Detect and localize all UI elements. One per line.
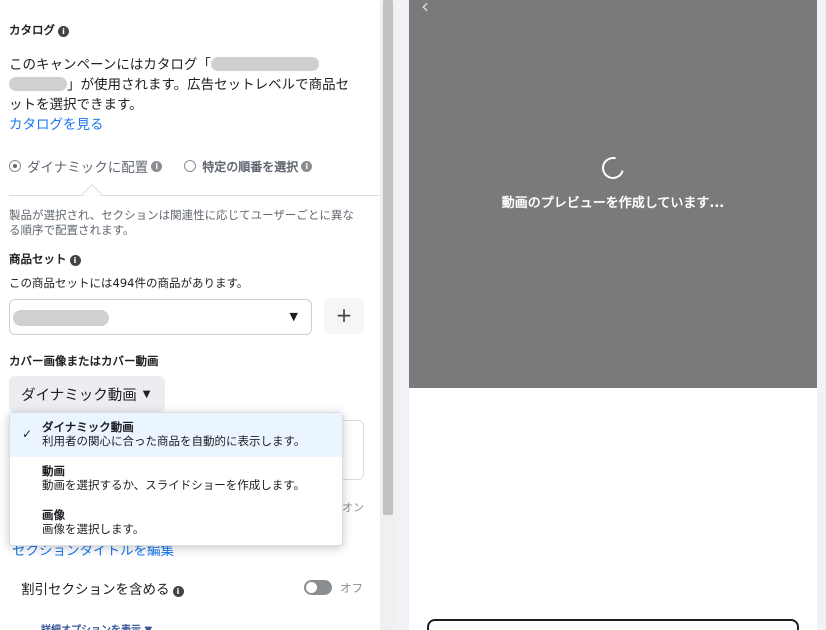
catalog-heading-text: カタログ [9,23,55,37]
redacted-catalog-name [210,57,319,71]
redacted-product-set-name [13,310,109,326]
cover-type-dropdown[interactable]: ダイナミック動画 ▼ [9,376,165,412]
catalog-text-line1: このキャンペーンにはカタログ「 [9,57,211,73]
product-count-text: この商品セットには494件の商品があります。 [9,276,249,290]
check-icon: ✓ [22,427,33,441]
menu-item-subtitle: 画像を選択します。 [42,522,145,536]
placement-description: 製品が選択され、セクションは関連性に応じてユーザーごとに異なる順序で配置されます… [9,208,354,237]
divider [9,195,380,196]
preview-bottom-card [427,619,799,630]
scrollbar-thumb[interactable] [383,0,393,515]
discount-label: 割引セクションを含める [21,582,170,598]
caret-down-icon: ▼ [142,388,151,400]
add-product-set-button[interactable]: + [324,298,364,334]
info-icon[interactable]: i [58,26,69,37]
menu-item-subtitle: 動画を選択するか、スライドショーを作成します。 [42,478,306,492]
redacted-catalog-name-continued [9,77,67,91]
discount-toggle[interactable] [304,580,332,595]
hidden-toggle-label: オン [342,501,364,514]
chevron-left-icon[interactable]: ‹ [421,0,429,18]
view-catalog-link[interactable]: カタログを見る [9,117,104,133]
radio-dynamic-label[interactable]: ダイナミックに配置 [27,156,148,176]
loading-spinner-icon [597,152,629,184]
product-set-heading-text: 商品セット [9,252,67,266]
preview-loading-text: 動画のプレビューを作成しています... [501,196,725,211]
product-set-heading: 商品セット i [9,251,81,267]
menu-item-dynamic-video[interactable]: ✓ ダイナミック動画 利用者の関心に合った商品を自動的に表示します。 [10,413,342,457]
selection-caret [82,184,102,204]
info-icon[interactable]: i [69,255,81,266]
scrollbar[interactable] [380,0,396,630]
discount-toggle-state: オフ [340,581,363,595]
catalog-heading: カタログ i [9,22,69,38]
preview-panel: ‹ 動画のプレビューを作成しています... [396,0,826,630]
info-icon[interactable]: i [301,160,313,172]
cover-heading: カバー画像またはカバー動画 [9,354,159,368]
info-icon[interactable]: i [151,160,163,172]
catalog-text-line3: ットを選択できます。 [9,97,143,113]
menu-item-video[interactable]: 動画 動画を選択するか、スライドショーを作成します。 [10,457,342,501]
menu-item-image[interactable]: 画像 画像を選択します。 [10,501,342,545]
catalog-description: このキャンペーンにはカタログ「 」が使用されます。広告セットレベルで商品セ ット… [9,55,359,135]
radio-specific-order[interactable] [184,160,197,172]
ad-settings-panel: カタログ i このキャンペーンにはカタログ「 」が使用されます。広告セットレベルで… [0,0,380,630]
placement-options: ダイナミックに配置 i 特定の順番を選択 i [9,156,313,176]
product-set-select[interactable]: ▼ [9,299,312,335]
info-icon[interactable]: i [172,586,184,597]
radio-specific-order-label[interactable]: 特定の順番を選択 [202,158,298,175]
preview-content-area [409,388,817,630]
menu-item-subtitle: 利用者の関心に合った商品を自動的に表示します。 [42,434,306,448]
show-advanced-options-link[interactable]: 詳細オプションを表示 ▼ [41,621,152,630]
menu-item-title: ダイナミック動画 [42,420,134,434]
menu-item-title: 動画 [42,464,65,478]
cover-type-menu: ✓ ダイナミック動画 利用者の関心に合った商品を自動的に表示します。 動画 動画… [9,412,343,546]
discount-section-row: 割引セクションを含める i [21,578,184,598]
caret-down-icon: ▼ [289,310,298,323]
cover-type-label: ダイナミック動画 [21,387,137,404]
radio-dynamic[interactable] [9,160,21,172]
catalog-text-line2: 」が使用されます。広告セットレベルで商品セ [67,77,350,93]
video-preview: ‹ 動画のプレビューを作成しています... [409,0,817,388]
menu-item-title: 画像 [42,508,65,522]
